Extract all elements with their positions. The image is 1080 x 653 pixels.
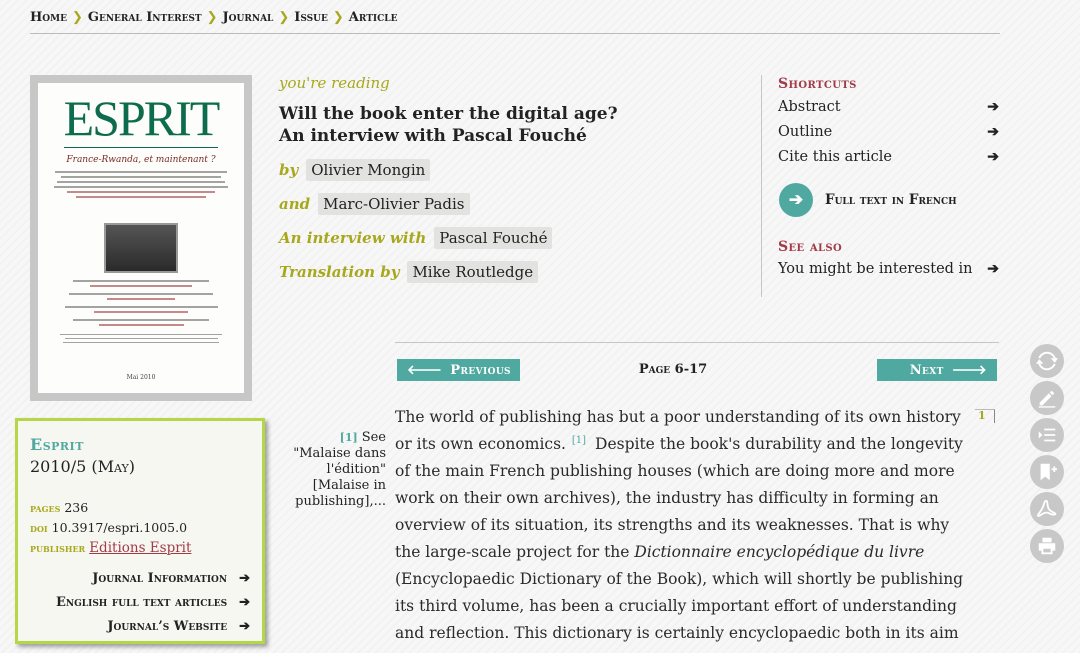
contributor-row: by Olivier Mongin — [279, 157, 431, 183]
arrow-right-icon: ➔ — [239, 570, 250, 586]
publisher-link[interactable]: Editions Esprit — [89, 540, 191, 556]
page-range: Page 6-17 — [638, 362, 708, 377]
author-chip[interactable]: Marc-Olivier Padis — [318, 193, 470, 215]
full-text-label: Full text in French — [825, 192, 957, 208]
link-label: English full text articles — [55, 594, 228, 610]
print-button[interactable] — [1030, 529, 1064, 563]
breadcrumb-general-interest[interactable]: General Interest — [88, 10, 202, 25]
annotate-button[interactable] — [1030, 381, 1064, 415]
article-title: Will the book enter the digital age? An … — [279, 103, 739, 147]
refresh-button[interactable] — [1030, 344, 1064, 378]
previous-button[interactable]: 🡐 Previous — [397, 359, 520, 381]
contributor-row: Translation by Mike Routledge — [279, 259, 539, 285]
pages-value: 236 — [64, 500, 89, 515]
outline-icon — [1038, 428, 1056, 442]
arrow-right-icon: ➔ — [987, 148, 999, 165]
shortcut-abstract[interactable]: Abstract ➔ — [778, 94, 1001, 119]
translator-chip[interactable]: Mike Routledge — [407, 261, 539, 283]
arrow-right-icon: ➔ — [239, 618, 250, 634]
link-label: Journal Information — [92, 570, 228, 586]
cover-text-lines — [48, 171, 234, 201]
shortcut-cite[interactable]: Cite this article ➔ — [778, 144, 1001, 169]
contributor-role: Translation by — [279, 263, 400, 281]
bookmark-add-icon — [1040, 463, 1058, 481]
cover-text-lines — [56, 280, 226, 346]
arrow-right-icon: ➔ — [239, 594, 250, 610]
article-body: The world of publishing has but a poor u… — [395, 404, 973, 653]
pdf-icon — [1036, 499, 1057, 517]
link-label: Journal’s Website — [107, 618, 228, 634]
publisher-label: publisher — [30, 541, 86, 555]
refresh-icon — [1036, 351, 1058, 371]
bookmark-add-button[interactable] — [1030, 455, 1064, 489]
pages-label: pages — [30, 501, 61, 515]
footnote-ref[interactable]: [1] — [572, 435, 586, 446]
breadcrumb-separator: ❯ — [206, 10, 218, 25]
shortcut-outline[interactable]: Outline ➔ — [778, 119, 1001, 144]
see-also-heading: See also — [778, 239, 843, 255]
arrow-right-icon: ➔ — [987, 260, 999, 277]
cover-image: ESPRIT France-Rwanda, et maintenant ? Ma… — [38, 83, 244, 393]
next-button[interactable]: Next 🡒 — [877, 359, 997, 381]
breadcrumb-separator: ❯ — [71, 10, 83, 25]
cover-logo: ESPRIT — [63, 90, 221, 146]
paragraph-number: 1 — [975, 409, 995, 423]
breadcrumb-separator: ❯ — [278, 10, 290, 25]
doi-label: doi — [30, 521, 48, 535]
breadcrumb-home[interactable]: Home — [30, 10, 67, 25]
breadcrumb-issue[interactable]: Issue — [294, 10, 328, 25]
journal-information-link[interactable]: Journal Information ➔ — [30, 566, 250, 590]
issue-meta: pages 236 doi 10.3917/espri.1005.0 publish… — [30, 498, 250, 558]
footnote: [1] See "Malaise dans l'édition" [Malaise… — [280, 430, 386, 510]
journal-info-box: Esprit 2010/5 (May) pages 236 doi 10.3917/… — [15, 418, 265, 644]
journal-name[interactable]: Esprit — [30, 435, 250, 454]
contributor-role: An interview with — [279, 229, 427, 247]
arrow-right-icon: ➔ — [987, 98, 999, 115]
cover-date: Mai 2010 — [126, 374, 156, 381]
shortcut-label: Abstract — [778, 98, 841, 115]
journal-cover[interactable]: ESPRIT France-Rwanda, et maintenant ? Ma… — [30, 75, 252, 401]
author-chip[interactable]: Olivier Mongin — [306, 159, 431, 181]
breadcrumb-article[interactable]: Article — [349, 10, 398, 25]
issue-label[interactable]: 2010/5 (May) — [30, 457, 250, 476]
footnote-number[interactable]: [1] — [340, 431, 358, 444]
book-title: Dictionnaire encyclopédique du livre — [634, 543, 925, 561]
contributor-row: An interview with Pascal Fouché — [279, 225, 553, 251]
arrow-right-icon: ➔ — [987, 123, 999, 140]
shortcuts-heading: Shortcuts — [778, 76, 857, 92]
see-also-link[interactable]: You might be interested in ➔ — [778, 256, 1001, 281]
doi-value: 10.3917/espri.1005.0 — [51, 520, 188, 535]
cover-rule — [64, 147, 218, 148]
outline-button[interactable] — [1030, 418, 1064, 452]
next-label: Next — [909, 362, 944, 378]
section-divider — [395, 342, 999, 343]
arrow-left-icon: 🡐 — [407, 363, 443, 378]
article-title-line2: An interview with Pascal Fouché — [279, 126, 587, 146]
breadcrumb-separator: ❯ — [332, 10, 344, 25]
full-text-french-button[interactable]: ➔ Full text in French — [778, 183, 1001, 217]
annotate-icon — [1038, 390, 1056, 408]
journal-website-link[interactable]: Journal’s Website ➔ — [30, 614, 250, 638]
contributor-row: and Marc-Olivier Padis — [279, 191, 470, 217]
print-icon — [1038, 537, 1056, 555]
interviewee-chip[interactable]: Pascal Fouché — [434, 227, 553, 249]
arrow-circle-icon: ➔ — [779, 183, 813, 217]
pdf-button[interactable] — [1030, 492, 1064, 526]
reading-label: you're reading — [279, 74, 390, 92]
previous-label: Previous — [450, 362, 511, 378]
breadcrumb: Home ❯ General Interest ❯ Journal ❯ Issue ❯ Arti… — [30, 10, 1000, 34]
shortcuts-panel: Shortcuts Abstract ➔ Outline ➔ Cite this a… — [761, 75, 1001, 297]
cover-photo — [104, 223, 178, 273]
contributor-role: by — [279, 161, 299, 179]
shortcut-label: Cite this article — [778, 148, 892, 165]
arrow-right-icon: 🡒 — [951, 363, 987, 378]
contributor-role: and — [279, 195, 311, 213]
english-articles-link[interactable]: English full text articles ➔ — [30, 590, 250, 614]
shortcut-label: Outline — [778, 123, 833, 140]
body-text: (Encyclopaedic Dictionary of the Book), … — [395, 570, 969, 653]
cover-subtitle: France-Rwanda, et maintenant ? — [66, 155, 216, 165]
breadcrumb-journal[interactable]: Journal — [223, 10, 274, 25]
article-title-line1: Will the book enter the digital age? — [279, 104, 618, 124]
see-also-label: You might be interested in — [778, 260, 973, 277]
